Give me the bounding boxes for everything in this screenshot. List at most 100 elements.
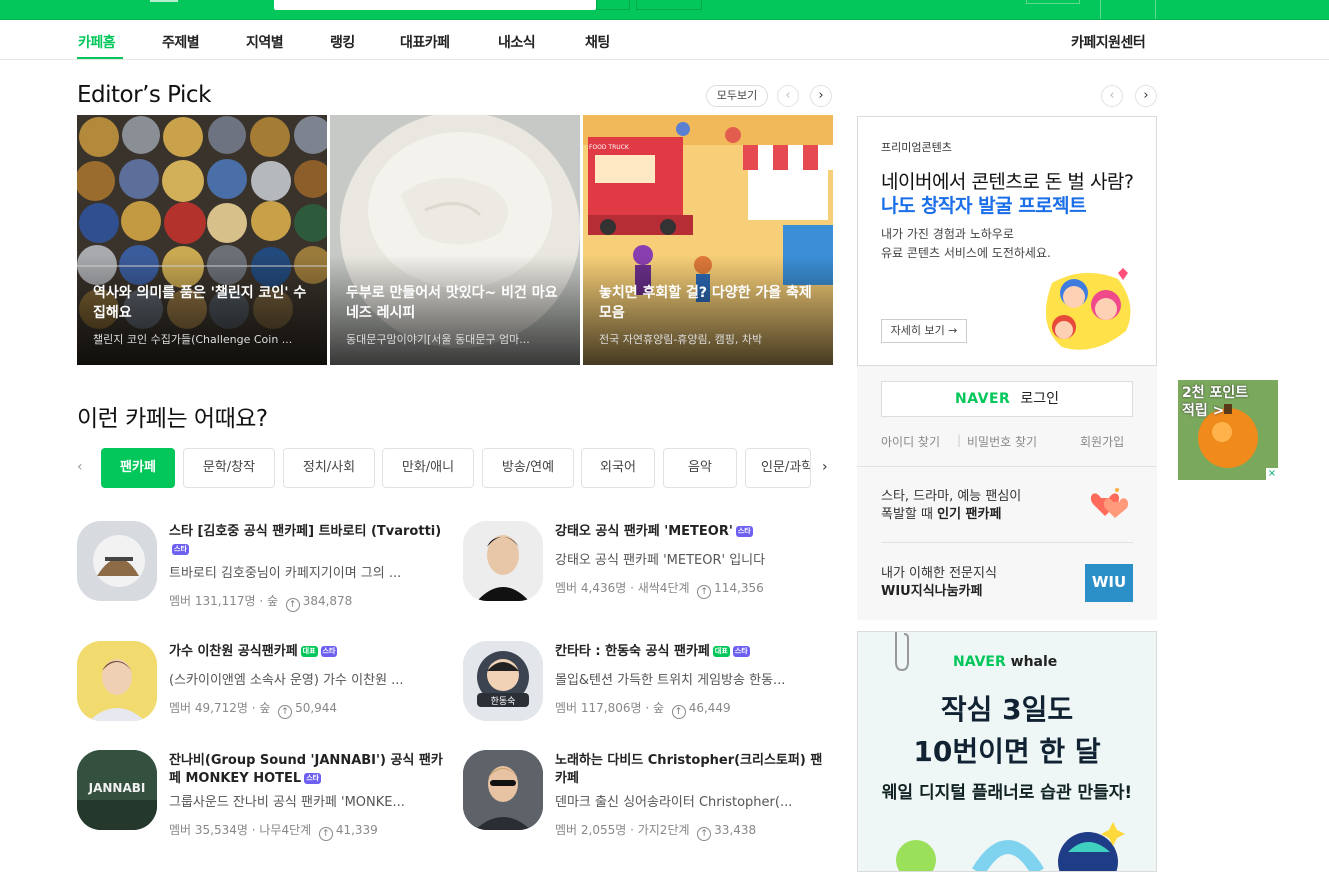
cafe-item[interactable]: 스타 [김호중 공식 팬카페] 트바로티 (Tvarotti)스타 트바로티 김…	[77, 521, 447, 612]
header-user-button[interactable]	[1026, 0, 1080, 4]
nav-topic[interactable]: 주제별	[162, 32, 200, 52]
chip-music[interactable]: 음악	[663, 448, 737, 488]
cafe-thumbnail	[463, 750, 543, 830]
whale-headline-1: 작심 3일도	[940, 693, 1074, 726]
cafe-description: 그룹사운드 잔나비 공식 팬카페 'MONKE...	[169, 795, 405, 810]
cafe-name: 노래하는 다비드 Christopher(크리스토퍼) 팬카페	[555, 753, 823, 786]
nav-chat[interactable]: 채팅	[585, 32, 610, 52]
naver-whale-ad[interactable]: NAVER whale 작심 3일도 10번이면 한 달 웨일 디지털 플래너로…	[857, 631, 1157, 872]
rank-up-icon: ↑	[671, 705, 686, 719]
points-ad[interactable]: 2천 포인트 적립 > ×	[1178, 380, 1278, 480]
chip-literature[interactable]: 문학/창작	[183, 448, 275, 488]
editors-pick-prev-button[interactable]: ‹	[777, 85, 799, 107]
divider	[881, 542, 1133, 543]
cafe-thumbnail	[77, 521, 157, 601]
cafe-item[interactable]: 강태오 공식 팬카페 'METEOR' 스타 강태오 공식 팬카페 'METEOR…	[463, 521, 833, 603]
cafe-thumbnail	[463, 521, 543, 601]
login-panel: NAVER 로그인 아이디 찾기 | 비밀번호 찾기 회원가입 스타, 드라마, …	[857, 366, 1157, 620]
editors-pick-card-2[interactable]: 두부로 만들어서 맛있다~ 비건 마요네즈 레시피 동대문구맘이야기[서울 동대…	[330, 115, 580, 365]
nav-cafe-home[interactable]: 카페홈	[78, 32, 116, 52]
svg-text:FOOD TRUCK: FOOD TRUCK	[589, 144, 630, 151]
svg-text:JANNABI: JANNABI	[88, 781, 146, 795]
chip-politics[interactable]: 정치/사회	[283, 448, 375, 488]
cafe-meta: 멤버 35,534명 · 나무4단계 ↑ 41,339	[169, 823, 378, 841]
top-header-bar	[0, 0, 1329, 20]
editors-pick-card-1[interactable]: 역사와 의미를 품은 '챌린지 코인' 수집해요 챌린지 코인 수집가들(Cha…	[77, 115, 327, 365]
link-divider: |	[957, 433, 962, 447]
chips-prev-arrow[interactable]: ‹	[77, 459, 83, 475]
card-title: 역사와 의미를 품은 '챌린지 코인' 수집해요	[93, 285, 307, 321]
search-button[interactable]	[636, 0, 702, 10]
nav-representative-cafe[interactable]: 대표카페	[400, 32, 450, 52]
cafe-meta: 멤버 49,712명 · 숲 ↑ 50,944	[169, 701, 338, 719]
signup-link[interactable]: 회원가입	[1080, 433, 1124, 450]
cafe-name: 가수 이찬원 공식팬카페 대표 스타	[169, 644, 338, 659]
cafe-meta: 멤버 4,436명 · 새싹4단계 ↑ 114,356	[555, 581, 764, 599]
naver-logo: NAVER	[955, 391, 1011, 407]
cafe-name: 강태오 공식 팬카페 'METEOR' 스타	[555, 524, 753, 539]
hearts-icon	[1090, 488, 1129, 518]
chip-broadcast[interactable]: 방송/연예	[482, 448, 574, 488]
nav-ranking[interactable]: 랭킹	[330, 32, 355, 52]
cafe-item[interactable]: JANNABI 잔나비(Group Sound 'JANNABI') 공식 팬카…	[77, 750, 447, 841]
whale-illustration	[896, 822, 1125, 871]
promo-description-2: 유료 콘텐츠 서비스에 도전하세요.	[881, 246, 1051, 260]
whale-headline-2: 10번이면 한 달	[913, 735, 1101, 768]
view-all-button[interactable]: 모두보기	[706, 85, 768, 107]
svg-text:한동숙: 한동숙	[491, 696, 516, 707]
editors-pick-card-3[interactable]: FOOD TRUCK 놓치면 후회할 걸? 다양한 가을 축제 모음 전국 자연…	[583, 115, 833, 365]
promo-description-1: 내가 가진 경험과 노하우로	[881, 227, 1014, 241]
star-badge: 스타	[735, 526, 753, 537]
promo-subheadline: 나도 창작자 발굴 프로젝트	[881, 195, 1087, 217]
nav-region[interactable]: 지역별	[246, 32, 284, 52]
card-source: 전국 자연휴양림-휴양림, 캠핑, 차박	[599, 333, 763, 346]
cafe-thumbnail: JANNABI	[77, 750, 157, 830]
rank-up-icon: ↑	[278, 705, 293, 719]
global-nav: 카페홈 주제별 지역별 랭킹 대표카페 내소식 채팅 카페지원센터	[0, 20, 1329, 60]
divider	[857, 466, 1157, 467]
header-menu-button[interactable]	[1100, 0, 1156, 19]
editors-pick-next-button[interactable]: ›	[810, 85, 832, 107]
cafe-meta: 멤버 117,806명 · 숲 ↑ 46,449	[555, 701, 731, 719]
rank-up-icon: ↑	[697, 585, 712, 599]
star-badge: 스타	[172, 544, 189, 555]
nav-my-news[interactable]: 내소식	[498, 32, 536, 52]
naver-login-button[interactable]: NAVER 로그인	[881, 381, 1133, 417]
cafe-description: 몰입&텐션 가득한 트위치 게임방송 한동...	[555, 673, 786, 688]
side-prev-button[interactable]: ‹	[1101, 85, 1123, 107]
find-password-link[interactable]: 비밀번호 찾기	[967, 433, 1037, 450]
representative-badge: 대표	[300, 646, 318, 657]
wiu-knowledge-promo[interactable]: 내가 이해한 전문지식 WIU지식나눔카페	[881, 565, 997, 601]
points-ad-line2: 적립 >	[1182, 403, 1225, 419]
editors-pick-title: Editor’s Pick	[77, 82, 211, 108]
find-id-link[interactable]: 아이디 찾기	[881, 433, 940, 450]
card-source: 챌린지 코인 수집가들(Challenge Coin ...	[93, 333, 293, 346]
header-logo-fragment[interactable]	[150, 0, 178, 2]
cafe-item[interactable]: 가수 이찬원 공식팬카페 대표 스타 (스카이이앤엠 소속사 운영) 가수 이찬원 …	[77, 641, 447, 723]
popular-fancafe-promo[interactable]: 스타, 드라마, 예능 팬심이 폭발할 때 인기 팬카페	[881, 488, 1021, 524]
chip-foreign-language[interactable]: 외국어	[581, 448, 655, 488]
search-input[interactable]	[274, 0, 596, 10]
cafe-thumbnail	[77, 641, 157, 721]
chip-fancafe[interactable]: 팬카페	[101, 448, 175, 488]
cafe-name: 잔나비(Group Sound 'JANNABI') 공식 팬카페 MONKEY…	[169, 753, 443, 786]
points-ad-line1: 2천 포인트	[1182, 385, 1249, 401]
recommend-title: 이런 카페는 어때요?	[77, 406, 268, 432]
side-next-button[interactable]: ›	[1135, 85, 1157, 107]
creators-illustration	[1045, 268, 1131, 350]
whale-logo: NAVER whale	[953, 654, 1058, 670]
cafe-item[interactable]: 한동숙 칸타타 : 한동숙 공식 팬카페 대표 스타 몰입&텐션 가득한 트위치 게…	[463, 641, 833, 723]
cafe-item[interactable]: 노래하는 다비드 Christopher(크리스토퍼) 팬카페 덴마크 출신 싱…	[463, 750, 833, 841]
premium-content-banner[interactable]: 프리미엄콘텐츠 네이버에서 콘텐츠로 돈 벌 사람? 나도 창작자 발굴 프로젝…	[857, 116, 1157, 366]
cafe-name: 칸타타 : 한동숙 공식 팬카페 대표 스타	[555, 644, 750, 659]
chips-next-arrow[interactable]: ›	[822, 459, 828, 475]
promo-tag: 프리미엄콘텐츠	[881, 141, 952, 154]
search-option-button[interactable]	[596, 0, 630, 10]
promo-detail-button[interactable]: 자세히 보기 →	[881, 319, 967, 343]
ad-close-icon[interactable]: ×	[1266, 468, 1278, 480]
chip-comics[interactable]: 만화/애니	[382, 448, 474, 488]
chip-humanities[interactable]: 인문/과학	[745, 448, 811, 488]
cafe-description: (스카이이앤엠 소속사 운영) 가수 이찬원 ...	[169, 673, 404, 688]
nav-support-center[interactable]: 카페지원센터	[1071, 32, 1146, 52]
rank-up-icon: ↑	[318, 827, 333, 841]
